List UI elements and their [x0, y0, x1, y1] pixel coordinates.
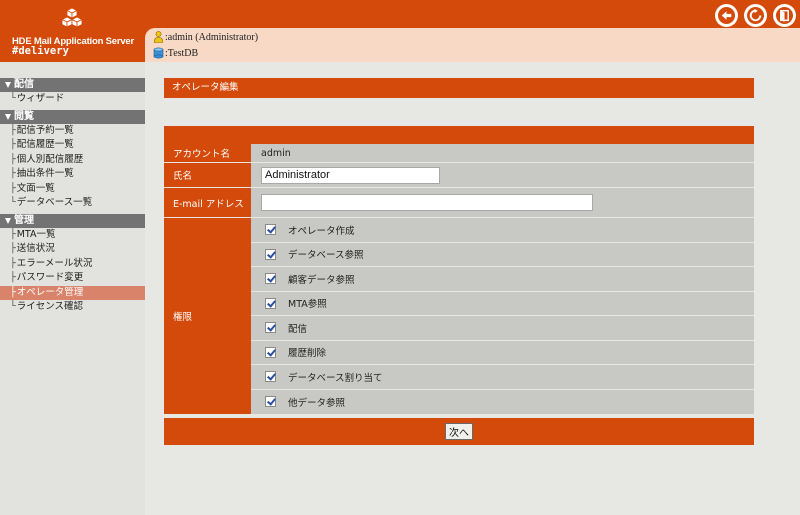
sidebar: 配信 └ウィザード 閲覧 ├配信予約一覧 ├配信履歴一覧 ├個人別配信履歴 ├抽…: [0, 62, 145, 515]
sidebar-item-history-list[interactable]: ├配信履歴一覧: [0, 138, 145, 153]
sidebar-item-label: 配信履歴一覧: [16, 139, 74, 150]
sidebar-item-label: ウィザード: [16, 93, 65, 104]
collapse-triangle-icon: [5, 82, 11, 88]
permission-label: データベース割り当て: [288, 372, 383, 384]
collapse-triangle-icon: [5, 113, 11, 120]
permission-label: MTA参照: [288, 299, 327, 311]
sidebar-item-password-change[interactable]: ├パスワード変更: [0, 271, 145, 286]
sidebar-section-title: 管理: [14, 214, 34, 226]
account-row: アカウント名 admin: [164, 144, 754, 163]
sidebar-item-filter-list[interactable]: ├抽出条件一覧: [0, 167, 145, 182]
account-label: アカウント名: [164, 144, 251, 162]
permission-item: MTA参照: [251, 291, 754, 316]
sidebar-item-label: 文面一覧: [16, 182, 55, 194]
sidebar-item-label: MTA一覧: [16, 228, 56, 240]
permission-item: データベース割り当て: [251, 365, 754, 390]
permissions-row: 権限 オペレータ作成 データベース参照 顧客データ参照 MTA参照 配信 履歴削…: [164, 218, 754, 414]
logo-cubes-icon: [61, 8, 83, 28]
logout-door-icon: [776, 7, 793, 24]
sidebar-item-wizard[interactable]: └ウィザード: [0, 92, 145, 107]
form-footer-bar: 次へ: [164, 418, 754, 445]
account-value: admin: [251, 144, 754, 162]
collapse-triangle-icon: [5, 217, 11, 224]
user-label: :admin (Administrator): [165, 31, 259, 43]
sidebar-section-title: 配信: [14, 79, 34, 90]
permission-label: 他データ参照: [288, 397, 346, 409]
permission-label: データベース参照: [288, 250, 364, 262]
form-header-bar: [164, 126, 754, 144]
name-input[interactable]: [261, 166, 440, 184]
permission-item: データベース参照: [251, 242, 754, 267]
permission-item: 配信: [251, 316, 754, 341]
sidebar-item-scheduled-list[interactable]: ├配信予約一覧: [0, 124, 145, 139]
sidebar-item-label: エラーメール状況: [16, 257, 93, 269]
logo: HDE Mail Application Server #delivery: [0, 0, 145, 62]
current-database: :TestDB: [153, 46, 198, 60]
permission-checkbox[interactable]: [265, 322, 276, 334]
email-row: E-mail アドレス: [164, 188, 754, 218]
sidebar-item-template-list[interactable]: ├文面一覧: [0, 182, 145, 197]
current-user: :admin (Administrator): [153, 30, 258, 44]
sidebar-item-label: 送信状況: [16, 243, 55, 254]
permission-label: 配信: [288, 323, 308, 335]
sidebar-item-label: パスワード変更: [16, 272, 84, 283]
sidebar-item-personal-history[interactable]: ├個人別配信履歴: [0, 153, 145, 168]
refresh-icon: [747, 7, 764, 24]
sidebar-item-label: 配信予約一覧: [16, 124, 74, 136]
sidebar-item-send-status[interactable]: ├送信状況: [0, 242, 145, 257]
sidebar-item-label: ライセンス確認: [16, 301, 84, 312]
permission-item: 履歴削除: [251, 340, 754, 365]
app-header: HDE Mail Application Server #delivery :a…: [0, 0, 800, 62]
permission-checkbox[interactable]: [265, 297, 276, 309]
user-icon: [153, 31, 164, 43]
permissions-label: 権限: [164, 218, 251, 414]
session-info-panel: :admin (Administrator) :TestDB: [145, 28, 800, 62]
back-button[interactable]: [715, 4, 738, 27]
operator-form: アカウント名 admin 氏名 E-mail アドレス 権限 オペレータ作成 デ…: [164, 144, 754, 414]
sidebar-item-label: 抽出条件一覧: [16, 168, 74, 179]
email-input[interactable]: [261, 194, 593, 211]
page-title: オペレータ編集: [164, 78, 754, 98]
permission-item: オペレータ作成: [251, 218, 754, 243]
name-row: 氏名: [164, 163, 754, 188]
permission-checkbox[interactable]: [265, 224, 276, 236]
sidebar-section-browse[interactable]: 閲覧: [0, 109, 145, 124]
name-label: 氏名: [164, 163, 251, 187]
database-icon: [153, 47, 164, 59]
next-button[interactable]: 次へ: [445, 423, 473, 440]
logout-button[interactable]: [773, 4, 796, 27]
sidebar-item-error-status[interactable]: ├エラーメール状況: [0, 257, 145, 272]
permission-label: 履歴削除: [288, 348, 327, 360]
permission-checkbox[interactable]: [265, 273, 276, 285]
sidebar-item-mta-list[interactable]: ├MTA一覧: [0, 228, 145, 243]
refresh-button[interactable]: [744, 4, 767, 27]
permission-checkbox[interactable]: [265, 371, 276, 383]
permission-checkbox[interactable]: [265, 346, 276, 358]
app-subtitle: #delivery: [12, 45, 69, 57]
permissions-list: オペレータ作成 データベース参照 顧客データ参照 MTA参照 配信 履歴削除 デ…: [251, 218, 754, 414]
sidebar-item-license-check[interactable]: └ライセンス確認: [0, 300, 145, 315]
sidebar-item-label: オペレータ管理: [16, 286, 84, 298]
sidebar-item-operator-admin[interactable]: ├オペレータ管理: [0, 285, 145, 300]
permission-item: 他データ参照: [251, 389, 754, 414]
sidebar-item-label: 個人別配信履歴: [16, 153, 84, 165]
sidebar-item-database-list[interactable]: └データベース一覧: [0, 196, 145, 211]
sidebar-section-title: 閲覧: [14, 110, 34, 122]
sidebar-section-delivery[interactable]: 配信: [0, 78, 145, 92]
main-content: オペレータ編集 アカウント名 admin 氏名 E-mail アドレス 権限 オ…: [145, 62, 800, 515]
database-label: :TestDB: [165, 47, 199, 59]
email-label: E-mail アドレス: [164, 188, 251, 217]
back-arrow-icon: [718, 7, 735, 24]
permission-checkbox[interactable]: [265, 396, 276, 408]
permission-item: 顧客データ参照: [251, 267, 754, 292]
sidebar-item-label: データベース一覧: [16, 197, 93, 208]
permission-checkbox[interactable]: [265, 248, 276, 260]
permission-label: オペレータ作成: [288, 225, 355, 237]
sidebar-section-admin[interactable]: 管理: [0, 213, 145, 228]
permission-label: 顧客データ参照: [288, 274, 355, 286]
